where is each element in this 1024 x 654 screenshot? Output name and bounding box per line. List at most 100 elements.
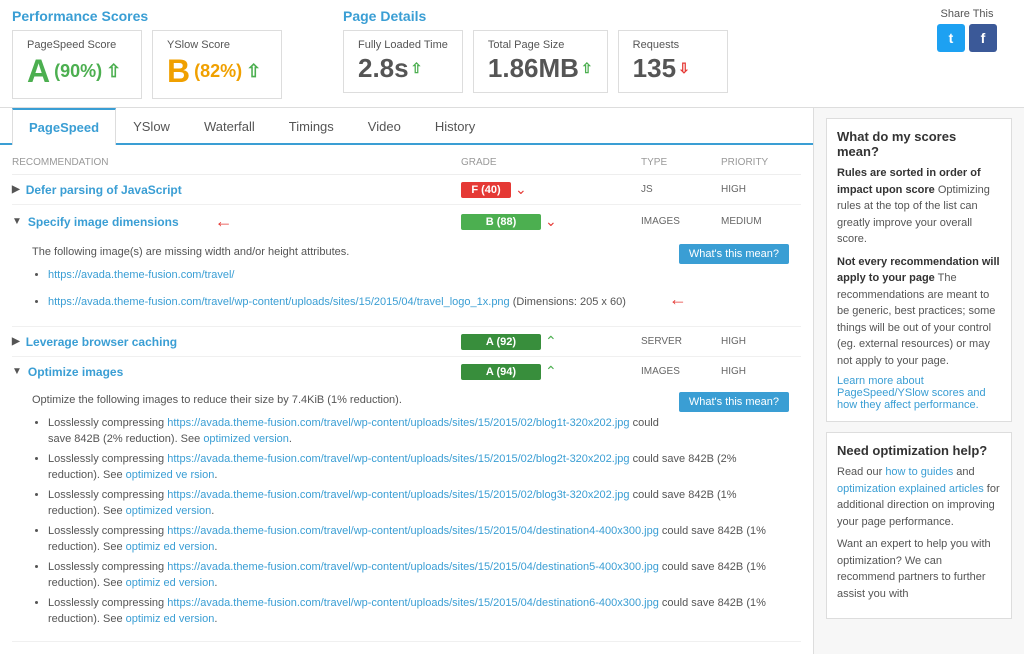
opt-img-link-3[interactable]: https://avada.theme-fusion.com/travel/wp… xyxy=(167,489,629,501)
scores-meaning-link[interactable]: Learn more about PageSpeed/YSlow scores … xyxy=(837,375,986,411)
scores-meaning-p2: Not every recommendation will apply to y… xyxy=(837,254,1001,370)
top-bar: Performance Scores PageSpeed Score A (90… xyxy=(0,0,1024,108)
image-dim-link-1[interactable]: https://avada.theme-fusion.com/travel/ xyxy=(48,269,234,281)
list-item: Losslessly compressing https://avada.the… xyxy=(48,415,789,448)
defer-js-title[interactable]: ▶ Defer parsing of JavaScript xyxy=(12,183,461,197)
opt-img-optimized-2[interactable]: optimized ve rsion xyxy=(126,469,215,481)
how-to-guides-link[interactable]: how to guides xyxy=(885,466,953,478)
optimize-images-detail-text: Optimize the following images to reduce … xyxy=(32,392,789,409)
pagespeed-pct: (90%) xyxy=(54,61,102,82)
opt-img-optimized-3[interactable]: optimized version xyxy=(126,505,212,517)
list-item: https://avada.theme-fusion.com/travel/wp… xyxy=(48,286,789,313)
optimize-images-grade-bar: A (94) ⌃ xyxy=(461,363,641,380)
scores-grid: PageSpeed Score A (90%) ⇧ YSlow Score B … xyxy=(12,30,282,99)
loaded-arrow-icon: ⇧ xyxy=(411,60,423,77)
browser-caching-chevron-icon: ⌃ xyxy=(545,333,557,350)
share-icons-container: t f xyxy=(922,24,1012,56)
page-details-section: Page Details Fully Loaded Time 2.8s ⇧ To… xyxy=(343,8,902,93)
row-browser-caching: ▶ Leverage browser caching A (92) ⌃ SERV… xyxy=(12,327,801,357)
optimize-images-priority: HIGH xyxy=(721,366,801,377)
tabs-container: PageSpeed YSlow Waterfall Timings Video … xyxy=(0,108,813,145)
browser-caching-priority: HIGH xyxy=(721,336,801,347)
requests-number: 135 xyxy=(633,53,676,84)
optimization-help-p1: Read our how to guides and optimization … xyxy=(837,464,1001,530)
opt-img-optimized-5[interactable]: optimiz ed version xyxy=(126,577,215,589)
image-dim-detail-text: The following image(s) are missing width… xyxy=(32,244,789,261)
performance-scores-section: Performance Scores PageSpeed Score A (90… xyxy=(12,8,282,99)
scores-meaning-p1: Rules are sorted in order of impact upon… xyxy=(837,165,1001,248)
col-recommendation: RECOMMENDATION xyxy=(12,157,461,168)
tab-waterfall[interactable]: Waterfall xyxy=(187,108,272,145)
row-image-dimensions: ▼ Specify image dimensions ← B (88) ⌄ IM… xyxy=(12,205,801,327)
loaded-time-card: Fully Loaded Time 2.8s ⇧ xyxy=(343,30,463,93)
optimization-help-p2: Want an expert to help you with optimiza… xyxy=(837,536,1001,602)
image-dim-link-2[interactable]: https://avada.theme-fusion.com/travel/wp… xyxy=(48,296,510,308)
row-browser-caching-header: ▶ Leverage browser caching A (92) ⌃ SERV… xyxy=(12,327,801,356)
scores-meaning-p2-text: The recommendations are meant to be gene… xyxy=(837,272,995,367)
list-item: Losslessly compressing https://avada.the… xyxy=(48,523,789,556)
list-item: https://avada.theme-fusion.com/travel/ xyxy=(48,267,789,284)
image-dim-grade-bar: B (88) ⌄ xyxy=(461,213,641,230)
yslow-value: B (82%) ⇧ xyxy=(167,53,267,90)
defer-js-priority: HIGH xyxy=(721,184,801,195)
pagespeed-letter: A xyxy=(27,53,50,90)
opt-img-optimized-6[interactable]: optimiz ed version xyxy=(126,613,215,625)
optimize-images-type: IMAGES xyxy=(641,366,721,377)
defer-js-chevron-icon: ⌄ xyxy=(515,181,527,198)
optimization-help-box: Need optimization help? Read our how to … xyxy=(826,432,1012,619)
pagespeed-arrow-icon: ⇧ xyxy=(106,61,121,82)
defer-js-triangle-icon: ▶ xyxy=(12,184,20,195)
whats-this-btn-2[interactable]: What's this mean? xyxy=(679,392,789,412)
browser-caching-label: Leverage browser caching xyxy=(26,335,177,349)
pagespeed-value: A (90%) ⇧ xyxy=(27,53,127,90)
browser-caching-triangle-icon: ▶ xyxy=(12,336,20,347)
tab-timings[interactable]: Timings xyxy=(272,108,351,145)
opt-img-optimized-1[interactable]: optimized version xyxy=(203,433,289,445)
col-type: TYPE xyxy=(641,157,721,168)
image-dim-title[interactable]: ▼ Specify image dimensions ← xyxy=(12,211,461,232)
perf-scores-title: Performance Scores xyxy=(12,8,282,24)
requests-value: 135 ⇩ xyxy=(633,53,713,84)
browser-caching-title[interactable]: ▶ Leverage browser caching xyxy=(12,335,461,349)
size-value: 1.86MB ⇧ xyxy=(488,53,593,84)
opt-img-link-2[interactable]: https://avada.theme-fusion.com/travel/wp… xyxy=(167,453,629,465)
tab-pagespeed[interactable]: PageSpeed xyxy=(12,108,116,145)
details-grid: Fully Loaded Time 2.8s ⇧ Total Page Size… xyxy=(343,30,902,93)
loaded-value: 2.8s ⇧ xyxy=(358,53,448,84)
opt-img-link-4[interactable]: https://avada.theme-fusion.com/travel/wp… xyxy=(167,525,659,537)
left-panel: PageSpeed YSlow Waterfall Timings Video … xyxy=(0,108,814,654)
opt-img-link-6[interactable]: https://avada.theme-fusion.com/travel/wp… xyxy=(167,597,659,609)
opt-img-link-5[interactable]: https://avada.theme-fusion.com/travel/wp… xyxy=(167,561,659,573)
tab-yslow[interactable]: YSlow xyxy=(116,108,187,145)
optimize-images-title[interactable]: ▼ Optimize images xyxy=(12,365,461,379)
twitter-share-button[interactable]: t xyxy=(937,24,965,52)
whats-this-btn-1[interactable]: What's this mean? xyxy=(679,244,789,264)
defer-js-type: JS xyxy=(641,184,721,195)
table-header-row: RECOMMENDATION GRADE TYPE PRIORITY xyxy=(12,151,801,175)
optimize-images-grade: A (94) xyxy=(461,364,541,380)
optimization-explained-link[interactable]: optimization explained articles xyxy=(837,483,984,495)
opt-img-link-1[interactable]: https://avada.theme-fusion.com/travel/wp… xyxy=(167,417,629,429)
yslow-arrow-icon: ⇧ xyxy=(246,61,261,82)
scores-meaning-title: What do my scores mean? xyxy=(837,129,1001,159)
defer-js-grade: F (40) xyxy=(461,182,511,198)
pagespeed-card: PageSpeed Score A (90%) ⇧ xyxy=(12,30,142,99)
browser-caching-type: SERVER xyxy=(641,336,721,347)
optimize-images-chevron-icon: ⌃ xyxy=(545,363,557,380)
list-item: Losslessly compressing https://avada.the… xyxy=(48,451,789,484)
row-optimize-images-header: ▼ Optimize images A (94) ⌃ IMAGES HIGH xyxy=(12,357,801,386)
tab-video[interactable]: Video xyxy=(351,108,418,145)
optimize-images-detail: What's this mean? Optimize the following… xyxy=(12,386,801,641)
image-dim-detail: What's this mean? The following image(s)… xyxy=(12,238,801,326)
image-dim-links: https://avada.theme-fusion.com/travel/ h… xyxy=(32,267,789,314)
loaded-number: 2.8s xyxy=(358,53,409,84)
tab-history[interactable]: History xyxy=(418,108,492,145)
optimization-help-title: Need optimization help? xyxy=(837,443,1001,458)
col-grade: GRADE xyxy=(461,157,641,168)
image-dim-triangle-icon: ▼ xyxy=(12,216,22,227)
main-content: PageSpeed YSlow Waterfall Timings Video … xyxy=(0,108,1024,654)
opt-img-optimized-4[interactable]: optimiz ed version xyxy=(126,541,215,553)
facebook-share-button[interactable]: f xyxy=(969,24,997,52)
image-dim-priority: MEDIUM xyxy=(721,216,801,227)
pagespeed-label: PageSpeed Score xyxy=(27,39,127,51)
